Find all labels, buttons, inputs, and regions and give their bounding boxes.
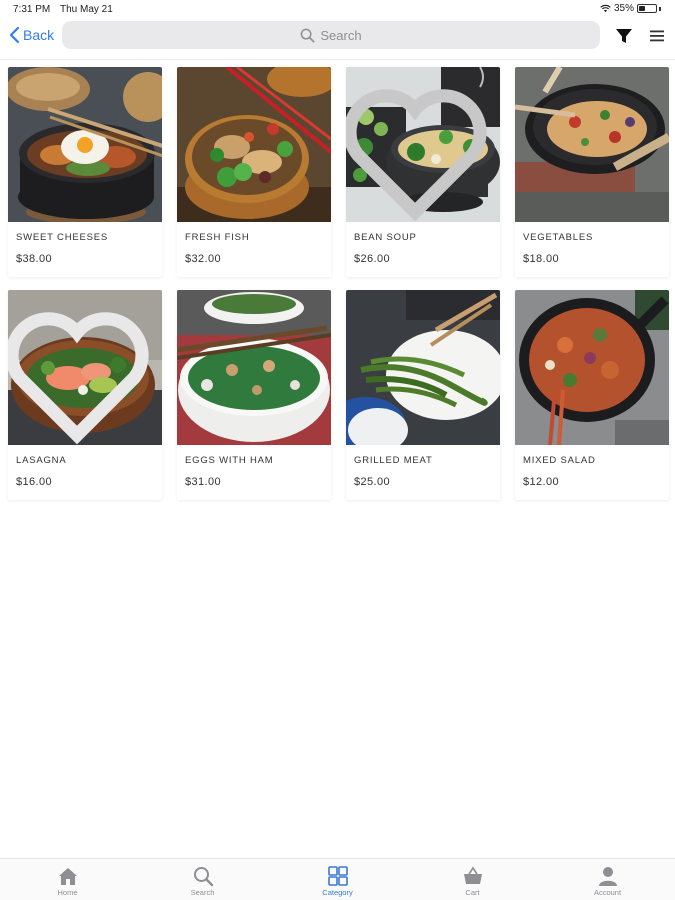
- product-card[interactable]: EGGS WITH HAM $31.00: [177, 290, 331, 500]
- product-card[interactable]: BEAN SOUP $26.00: [346, 67, 500, 277]
- product-name: MIXED SALAD: [523, 455, 596, 466]
- nav-bar: Back Search: [0, 20, 675, 60]
- product-card[interactable]: SWEET CHEESES $38.00: [8, 67, 162, 277]
- product-price: $32.00: [185, 253, 222, 265]
- product-grid: SWEET CHEESES $38.00 FRESH FISH $32.00 B…: [8, 67, 670, 500]
- basket-icon: [463, 866, 482, 884]
- product-image: [515, 290, 669, 445]
- product-name: BEAN SOUP: [354, 232, 417, 243]
- tab-label: Cart: [465, 888, 480, 897]
- chevron-left-icon: [9, 26, 20, 44]
- nav-divider: [0, 59, 675, 60]
- grid-icon: [327, 866, 348, 886]
- battery-icon: [637, 4, 657, 13]
- product-price: $31.00: [185, 476, 222, 488]
- tab-label: Category: [322, 888, 353, 897]
- product-price: $18.00: [523, 253, 560, 265]
- product-name: EGGS WITH HAM: [185, 455, 274, 466]
- search-icon: [193, 867, 213, 887]
- back-button[interactable]: Back: [8, 26, 54, 44]
- heart-icon[interactable]: [346, 74, 492, 222]
- product-name: LASAGNA: [16, 455, 67, 466]
- tab-label: Home: [57, 888, 78, 897]
- product-price: $25.00: [354, 476, 391, 488]
- menu-icon[interactable]: [649, 28, 665, 44]
- tab-category[interactable]: Category: [270, 859, 405, 900]
- back-label: Back: [23, 27, 55, 43]
- wifi-icon: [600, 4, 611, 13]
- product-price: $26.00: [354, 253, 391, 265]
- search-input[interactable]: Search: [62, 21, 600, 49]
- product-image: [515, 67, 669, 222]
- product-card[interactable]: LASAGNA $16.00: [8, 290, 162, 500]
- product-image: [346, 67, 500, 222]
- filter-icon[interactable]: [615, 27, 633, 45]
- tab-bar: Home Search Category Cart Account: [0, 858, 675, 900]
- status-bar: 7:31 PM Thu May 21 35%: [0, 0, 675, 20]
- status-time: 7:31 PM: [13, 4, 51, 15]
- tab-home[interactable]: Home: [0, 859, 135, 900]
- product-price: $16.00: [16, 476, 53, 488]
- product-card[interactable]: MIXED SALAD $12.00: [515, 290, 669, 500]
- status-indicators: 35%: [600, 3, 661, 14]
- product-name: GRILLED MEAT: [354, 455, 433, 466]
- product-price: $12.00: [523, 476, 560, 488]
- tab-cart[interactable]: Cart: [405, 859, 540, 900]
- product-card[interactable]: VEGETABLES $18.00: [515, 67, 669, 277]
- search-icon: [301, 28, 315, 42]
- heart-icon[interactable]: [8, 297, 154, 445]
- product-name: VEGETABLES: [523, 232, 594, 243]
- product-image: [8, 290, 162, 445]
- tab-label: Search: [190, 888, 215, 897]
- product-name: FRESH FISH: [185, 232, 250, 243]
- home-icon: [58, 868, 77, 885]
- product-card[interactable]: FRESH FISH $32.00: [177, 67, 331, 277]
- product-card[interactable]: GRILLED MEAT $25.00: [346, 290, 500, 500]
- tab-search[interactable]: Search: [135, 859, 270, 900]
- product-image: [177, 67, 331, 222]
- product-price: $38.00: [16, 253, 53, 265]
- tab-label: Account: [593, 888, 622, 897]
- battery-percent: 35%: [613, 3, 634, 14]
- status-date: Thu May 21: [60, 4, 113, 15]
- product-image: [346, 290, 500, 445]
- tab-account[interactable]: Account: [540, 859, 675, 900]
- user-icon: [598, 867, 617, 886]
- product-image: [8, 67, 162, 222]
- product-name: SWEET CHEESES: [16, 232, 109, 243]
- product-image: [177, 290, 331, 445]
- search-placeholder: Search: [320, 27, 362, 43]
